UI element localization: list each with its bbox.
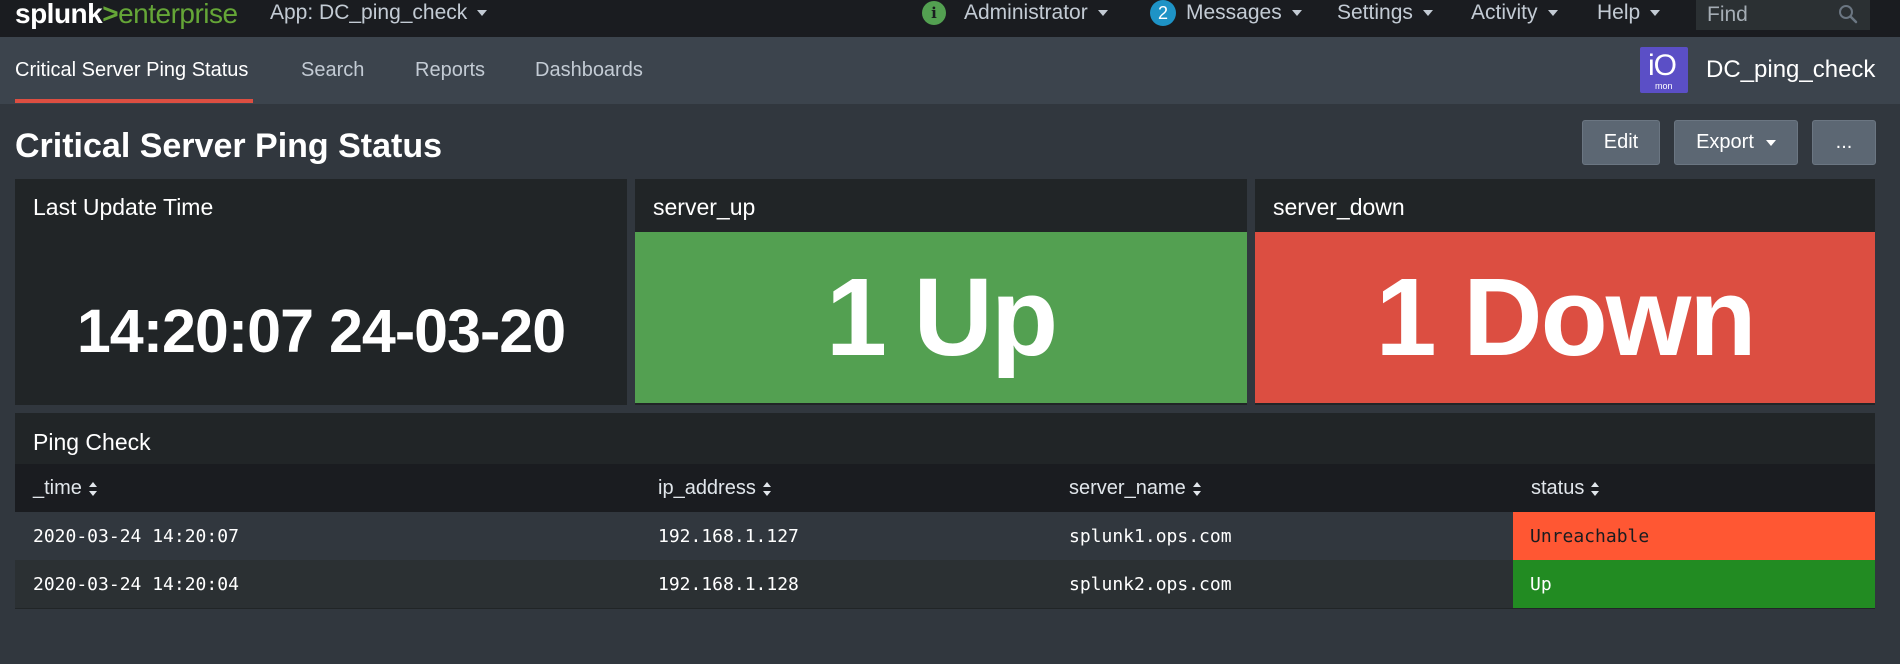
chevron-down-icon	[477, 10, 488, 16]
column-header-label: ip_address	[658, 477, 756, 499]
sort-icon	[1192, 481, 1201, 496]
tab-search[interactable]: Search	[301, 59, 364, 82]
administrator-label: Administrator	[964, 1, 1088, 24]
messages-label: Messages	[1186, 1, 1282, 24]
column-header-status[interactable]: status	[1531, 477, 1600, 500]
column-header-server-name[interactable]: server_name	[1069, 477, 1202, 500]
settings-label: Settings	[1337, 1, 1413, 24]
app-menu-label: App: DC_ping_check	[270, 1, 468, 24]
chevron-down-icon	[1291, 10, 1302, 16]
cell-status: Unreachable	[1513, 512, 1875, 560]
app-logo-sub-text: mon	[1655, 81, 1673, 91]
column-header-label: status	[1531, 477, 1585, 499]
table-row[interactable]: 2020-03-24 14:20:07 192.168.1.127 splunk…	[15, 512, 1875, 560]
more-actions-label: ...	[1835, 131, 1853, 153]
edit-button-label: Edit	[1603, 131, 1639, 153]
export-button[interactable]: Export	[1674, 120, 1798, 165]
cell-time: 2020-03-24 14:20:04	[33, 573, 239, 595]
messages-count-badge: 2	[1150, 0, 1176, 26]
sort-icon	[1591, 481, 1600, 496]
table-header: _time ip_address server_name status	[15, 464, 1875, 512]
page-title: Critical Server Ping Status	[15, 127, 443, 165]
info-icon: i	[922, 1, 946, 25]
administrator-menu[interactable]: i Administrator	[922, 0, 1108, 26]
panel-title: Ping Check	[33, 429, 151, 455]
search-icon[interactable]	[1838, 4, 1858, 24]
app-logo-main-text: iO	[1648, 49, 1677, 82]
cell-time: 2020-03-24 14:20:07	[33, 525, 239, 547]
app-name: DC_ping_check	[1706, 56, 1876, 83]
cell-status: Up	[1513, 560, 1875, 608]
chevron-down-icon	[1650, 10, 1661, 16]
export-button-label: Export	[1696, 131, 1754, 153]
more-actions-button[interactable]: ...	[1812, 120, 1876, 165]
panel-title: server_up	[653, 194, 756, 220]
last-update-panel: Last Update Time 14:20:07 24-03-20	[15, 179, 627, 405]
chevron-down-icon	[1422, 10, 1433, 16]
tab-dashboards[interactable]: Dashboards	[535, 59, 643, 82]
column-header-time[interactable]: _time	[33, 477, 98, 500]
server-up-panel: server_up 1 Up	[635, 179, 1247, 405]
column-header-ip-address[interactable]: ip_address	[658, 477, 772, 500]
active-tab-indicator	[15, 99, 253, 103]
sort-icon	[88, 481, 97, 496]
settings-menu[interactable]: Settings	[1337, 0, 1433, 26]
logo-enterprise-text: enterprise	[118, 0, 238, 29]
server-down-value[interactable]: 1 Down	[1255, 232, 1875, 403]
server-up-value[interactable]: 1 Up	[635, 232, 1247, 403]
tab-critical-server-ping-status[interactable]: Critical Server Ping Status	[15, 59, 248, 82]
panel-title: server_down	[1273, 194, 1405, 220]
cell-server-name: splunk1.ops.com	[1069, 525, 1232, 547]
table-row[interactable]: 2020-03-24 14:20:04 192.168.1.128 splunk…	[15, 560, 1875, 608]
ping-check-panel: Ping Check _time ip_address server_name …	[15, 413, 1875, 609]
cell-server-name: splunk2.ops.com	[1069, 573, 1232, 595]
chevron-down-icon	[1547, 10, 1558, 16]
server-down-panel: server_down 1 Down	[1255, 179, 1875, 405]
app-logo-icon: iO mon	[1640, 47, 1688, 93]
last-update-value: 14:20:07 24-03-20	[76, 297, 566, 365]
help-menu[interactable]: Help	[1597, 0, 1661, 26]
app-menu[interactable]: App: DC_ping_check	[270, 0, 488, 26]
chevron-down-icon	[1765, 139, 1776, 146]
sort-icon	[762, 481, 771, 496]
app-bar: Critical Server Ping Status Search Repor…	[0, 37, 1900, 104]
chevron-down-icon	[1097, 10, 1108, 16]
activity-menu[interactable]: Activity	[1471, 0, 1558, 26]
splunk-logo[interactable]: splunk > enterprise	[15, 0, 238, 29]
activity-label: Activity	[1471, 1, 1538, 24]
cell-ip-address: 192.168.1.127	[658, 525, 799, 547]
tab-reports[interactable]: Reports	[415, 59, 485, 82]
cell-ip-address: 192.168.1.128	[658, 573, 799, 595]
panel-title: Last Update Time	[33, 194, 214, 220]
logo-chevron: >	[102, 0, 119, 29]
column-header-label: server_name	[1069, 477, 1186, 499]
column-header-label: _time	[33, 477, 82, 499]
edit-button[interactable]: Edit	[1582, 120, 1660, 165]
messages-menu[interactable]: 2 Messages	[1150, 0, 1302, 26]
help-label: Help	[1597, 1, 1641, 24]
find-input[interactable]: Find	[1696, 0, 1870, 30]
system-bar: splunk > enterprise App: DC_ping_check i A…	[0, 0, 1900, 37]
logo-splunk-text: splunk	[15, 0, 103, 29]
